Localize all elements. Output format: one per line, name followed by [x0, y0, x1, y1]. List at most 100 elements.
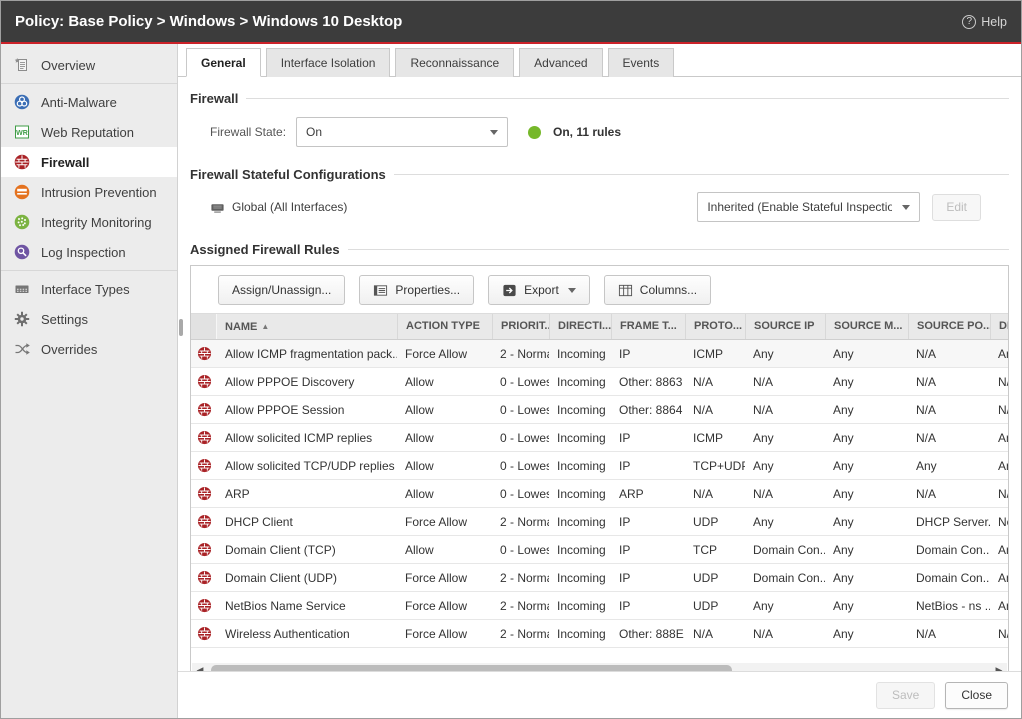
cell-source-mac: Any: [825, 487, 908, 501]
cell-source-port: N/A: [908, 487, 990, 501]
sidebar-item-settings[interactable]: Settings: [1, 304, 177, 334]
firewall-rule-icon: [191, 626, 217, 641]
table-row[interactable]: Allow PPPOE SessionAllow0 - LowestIncomi…: [191, 396, 1009, 424]
firewall-state-value: On: [306, 125, 322, 139]
table-row[interactable]: Allow PPPOE DiscoveryAllow0 - LowestInco…: [191, 368, 1009, 396]
footer-bar: Save Close: [178, 671, 1021, 718]
cell-direction: Incoming: [549, 459, 611, 473]
table-row[interactable]: ARPAllow0 - LowestIncomingARPN/AN/AAnyN/…: [191, 480, 1009, 508]
tab-advanced[interactable]: Advanced: [519, 48, 602, 77]
header-frame-type[interactable]: FRAME T...: [611, 314, 685, 339]
sidebar-item-log-inspection[interactable]: Log Inspection: [1, 237, 177, 267]
cell-frame-type: IP: [611, 515, 685, 529]
tab-events[interactable]: Events: [608, 48, 675, 77]
table-row[interactable]: DHCP ClientForce Allow2 - NormalIncoming…: [191, 508, 1009, 536]
header-protocol[interactable]: PROTO...: [685, 314, 745, 339]
header-direction[interactable]: DIRECTI...: [549, 314, 611, 339]
cell-priority: 0 - Lowest: [492, 375, 549, 389]
scroll-right-icon[interactable]: ▶: [994, 663, 1004, 671]
sidebar-item-overrides[interactable]: Overrides: [1, 334, 177, 364]
cell-protocol: N/A: [685, 627, 745, 641]
table-row[interactable]: Allow solicited TCP/UDP repliesAllow0 - …: [191, 452, 1009, 480]
header-source-port[interactable]: SOURCE PO...: [908, 314, 990, 339]
table-row[interactable]: Domain Client (TCP)Allow0 - LowestIncomi…: [191, 536, 1009, 564]
header-name[interactable]: NAME▲: [217, 314, 397, 339]
cell-action-type: Allow: [397, 459, 492, 473]
page-title: Policy: Base Policy > Windows > Windows …: [15, 13, 962, 30]
firewall-rule-icon: [191, 402, 217, 417]
cell-direction: Incoming: [549, 431, 611, 445]
svg-text:WR: WR: [16, 130, 28, 137]
title-bar: Policy: Base Policy > Windows > Windows …: [1, 1, 1021, 44]
tab-general[interactable]: General: [186, 48, 261, 77]
header-action-type[interactable]: ACTION TYPE: [397, 314, 492, 339]
cell-priority: 2 - Normal: [492, 515, 549, 529]
help-label: Help: [981, 15, 1007, 29]
cell-source-port: N/A: [908, 431, 990, 445]
export-icon: [502, 283, 517, 298]
sidebar-item-overview[interactable]: Overview: [1, 50, 177, 80]
tab-interface-isolation[interactable]: Interface Isolation: [266, 48, 391, 77]
integrity-monitoring-icon: [14, 214, 30, 230]
cell-action-type: Allow: [397, 403, 492, 417]
cell-dest: N/A: [990, 375, 1009, 389]
properties-button[interactable]: Properties...: [359, 275, 474, 305]
save-button[interactable]: Save: [876, 682, 935, 709]
sidebar-item-web-reputation[interactable]: WR Web Reputation: [1, 117, 177, 147]
sidebar-item-anti-malware[interactable]: Anti-Malware: [1, 87, 177, 117]
horizontal-scrollbar[interactable]: ◀ ▶: [192, 663, 1007, 671]
help-button[interactable]: ? Help: [962, 15, 1007, 29]
firewall-rule-icon: [191, 486, 217, 501]
sidebar: Overview Anti-Malware WR Web Reputation …: [1, 44, 178, 718]
close-button[interactable]: Close: [945, 682, 1008, 709]
properties-label: Properties...: [395, 283, 460, 297]
cell-priority: 2 - Normal: [492, 347, 549, 361]
cell-dest: N/A: [990, 487, 1009, 501]
firewall-rule-icon: [191, 430, 217, 445]
assign-unassign-button[interactable]: Assign/Unassign...: [218, 275, 345, 305]
sidebar-item-interface-types[interactable]: Interface Types: [1, 274, 177, 304]
table-row[interactable]: Wireless AuthenticationForce Allow2 - No…: [191, 620, 1009, 648]
stateful-config-select[interactable]: Inherited (Enable Stateful Inspection): [697, 192, 920, 222]
firewall-state-select[interactable]: On: [296, 117, 508, 147]
cell-frame-type: Other: 8864: [611, 403, 685, 417]
cell-source-port: Domain Con...: [908, 571, 990, 585]
sidebar-item-integrity-monitoring[interactable]: Integrity Monitoring: [1, 207, 177, 237]
circled-question-icon: ?: [962, 15, 976, 29]
header-priority[interactable]: PRIORIT...: [492, 314, 549, 339]
sidebar-item-intrusion-prevention[interactable]: Intrusion Prevention: [1, 177, 177, 207]
cell-action-type: Allow: [397, 543, 492, 557]
header-source-mac[interactable]: SOURCE M...: [825, 314, 908, 339]
table-row[interactable]: Allow ICMP fragmentation pack...Force Al…: [191, 340, 1009, 368]
content-area: General Interface Isolation Reconnaissan…: [178, 44, 1021, 718]
chevron-down-icon: [902, 205, 910, 210]
tab-reconnaissance[interactable]: Reconnaissance: [395, 48, 514, 77]
cell-direction: Incoming: [549, 487, 611, 501]
export-button[interactable]: Export: [488, 275, 590, 305]
table-row[interactable]: NetBios Name ServiceForce Allow2 - Norma…: [191, 592, 1009, 620]
scrollbar-thumb[interactable]: [211, 665, 732, 671]
cell-source-ip: N/A: [745, 403, 825, 417]
edit-button[interactable]: Edit: [932, 194, 981, 221]
cell-protocol: N/A: [685, 403, 745, 417]
table-row[interactable]: Allow solicited ICMP repliesAllow0 - Low…: [191, 424, 1009, 452]
sidebar-item-label: Firewall: [41, 155, 89, 170]
header-destination[interactable]: DE: [990, 314, 1009, 339]
cell-name: Allow ICMP fragmentation pack...: [217, 347, 397, 361]
sidebar-divider: [1, 270, 177, 271]
columns-button[interactable]: Columns...: [604, 275, 711, 305]
header-source-ip[interactable]: SOURCE IP: [745, 314, 825, 339]
cell-source-mac: Any: [825, 599, 908, 613]
cell-name: Allow PPPOE Session: [217, 403, 397, 417]
sidebar-item-firewall[interactable]: Firewall: [1, 147, 177, 177]
cell-frame-type: ARP: [611, 487, 685, 501]
cell-dest: Any: [990, 347, 1009, 361]
scroll-left-icon[interactable]: ◀: [195, 663, 205, 671]
scrollbar-track[interactable]: [205, 665, 994, 671]
table-row[interactable]: Domain Client (UDP)Force Allow2 - Normal…: [191, 564, 1009, 592]
columns-icon: [618, 283, 633, 298]
cell-name: Wireless Authentication: [217, 627, 397, 641]
cell-dest: Any: [990, 599, 1009, 613]
cell-name: Domain Client (UDP): [217, 571, 397, 585]
content-vertical-scrollbar-thumb[interactable]: [179, 319, 183, 336]
